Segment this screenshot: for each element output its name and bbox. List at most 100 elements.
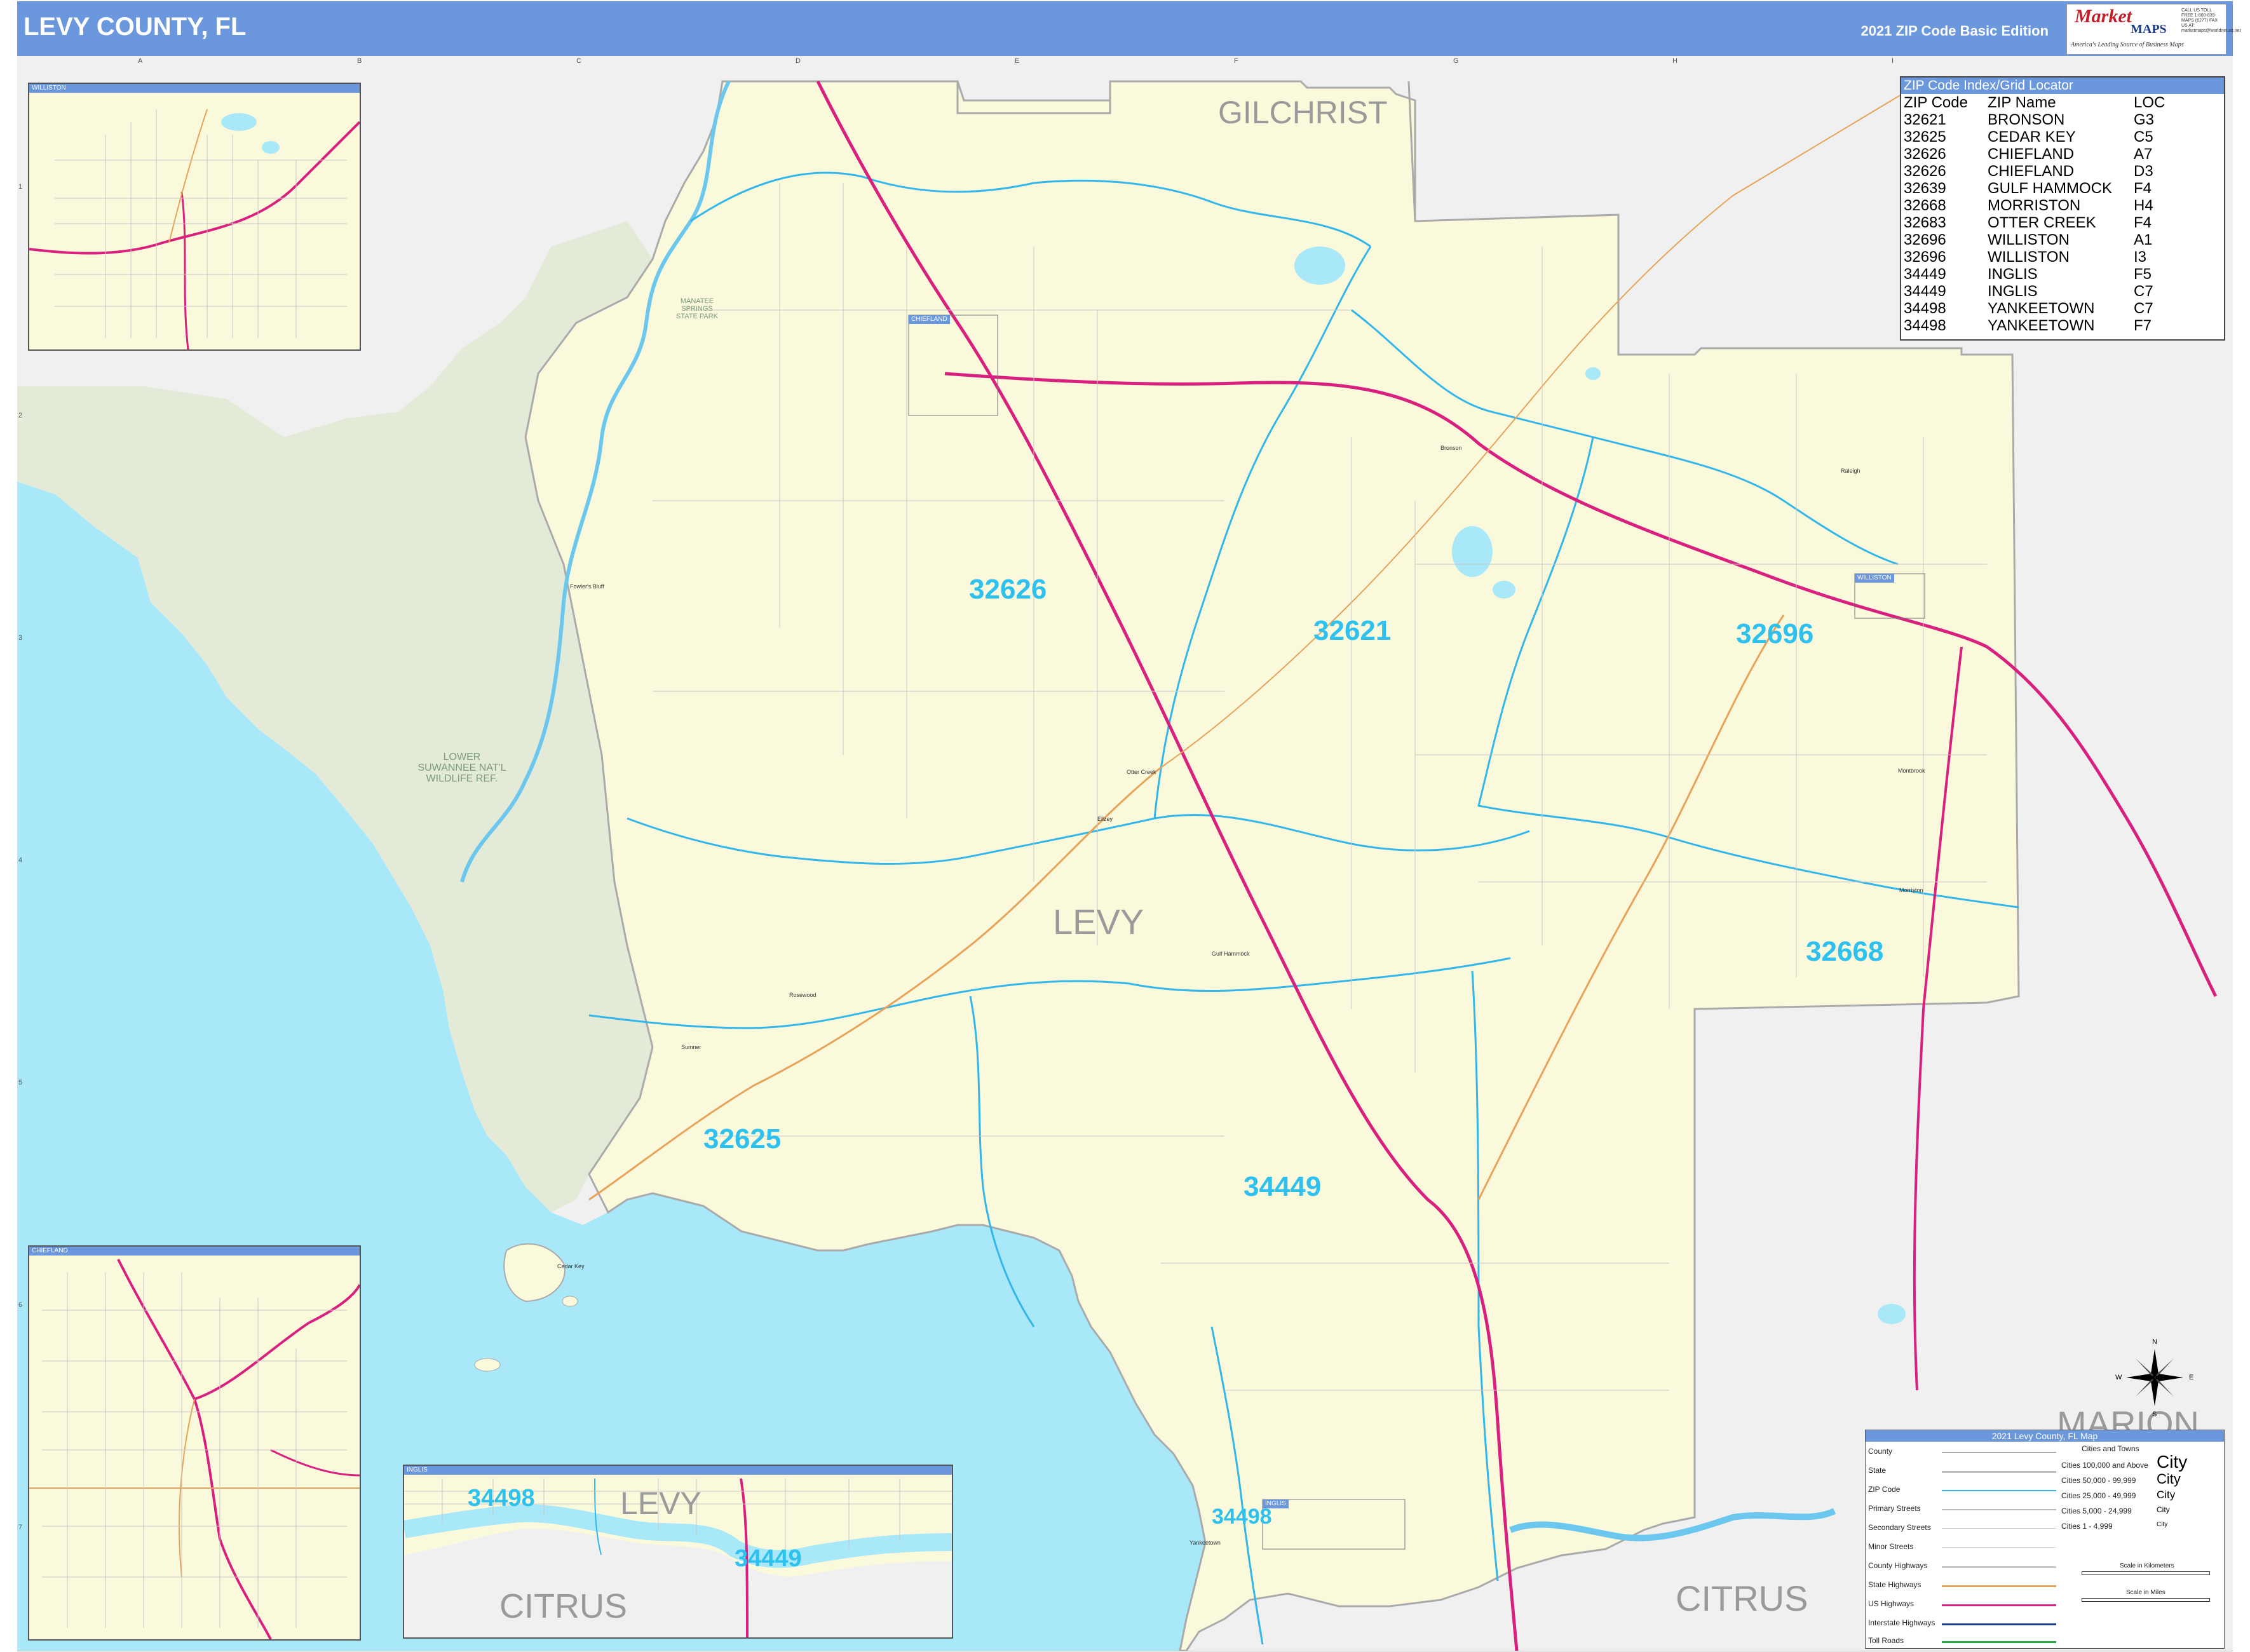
inglis-inset[interactable]: INGLIS 34498 34449 LEVY CITRUS [403, 1465, 953, 1639]
grid-col-g: G [1453, 57, 1459, 65]
zip-loc-cell: F5 [2134, 266, 2152, 283]
legend-scale-km: Scale in Kilometers [2120, 1562, 2174, 1569]
zip-cell: 34449 [1904, 266, 1946, 283]
park-label-lower-suwannee: LOWER SUWANNEE NAT'L WILDLIFE REF. [417, 752, 506, 784]
zip-name-cell: CHIEFLAND [1988, 163, 2075, 180]
chiefland-inset-map [29, 1259, 360, 1639]
table-row: 32696 WILLISTON I3 [1904, 248, 2165, 266]
compass-n: N [2152, 1338, 2157, 1346]
williston-inset-map [29, 109, 360, 349]
logo-line2: MAPS [2131, 22, 2167, 36]
legend-sample-county-hwy [1942, 1566, 2056, 1568]
market-maps-logo: Market MAPS America's Leading Source of … [2066, 4, 2241, 55]
legend-city-demo-2: City [2157, 1471, 2181, 1487]
town-raleigh: Raleigh [1841, 468, 1860, 474]
legend-item-state-hwy: State Highways [1868, 1580, 1921, 1589]
table-row: 32621 BRONSON G3 [1904, 111, 2165, 128]
zip-name-cell: CEDAR KEY [1988, 128, 2076, 146]
legend-sample-interstate [1942, 1623, 2056, 1625]
zip-label-32621: 32621 [1313, 615, 1392, 646]
grid-row-1: 1 [18, 183, 23, 191]
zip-cell: 32625 [1904, 128, 1946, 146]
lake-2 [1294, 247, 1345, 285]
scale-bar-mi [2082, 1598, 2210, 1602]
inglis-inset-title: INGLIS [404, 1466, 952, 1475]
zip-name-cell: INGLIS [1988, 266, 2038, 283]
legend-sample-secondary [1942, 1528, 2056, 1529]
town-ellzey: Ellzey [1097, 816, 1113, 822]
inset-zip-label-34498: 34498 [468, 1485, 535, 1512]
williston-inset-tag: WILLISTON [1855, 574, 1894, 583]
compass-s: S [2152, 1411, 2157, 1418]
logo-contact: CALL US TOLL FREE 1-800-839-MAPS (6277) … [2181, 8, 2241, 33]
zip-index-header-loc: LOC [2134, 94, 2165, 111]
legend-item-us-hwy: US Highways [1868, 1599, 1915, 1608]
lake-5 [1878, 1304, 1906, 1324]
edition-label: 2021 ZIP Code Basic Edition [1860, 23, 2049, 39]
legend-item-county: County [1868, 1447, 1893, 1456]
grid-row-6: 6 [18, 1301, 23, 1309]
legend-scale-mi: Scale in Miles [2126, 1589, 2165, 1596]
table-row: 34449 INGLIS C7 [1904, 283, 2165, 300]
table-row: 34498 YANKEETOWN C7 [1904, 300, 2165, 317]
map-header: LEVY COUNTY, FL 2021 ZIP Code Basic Edit… [17, 1, 2241, 56]
zip-loc-cell: A7 [2134, 146, 2153, 163]
town-cedar-key: Cedar Key [557, 1263, 585, 1269]
zip-name-cell: BRONSON [1988, 111, 2065, 128]
zip-loc-cell: C5 [2134, 128, 2153, 146]
zip-name-cell: YANKEETOWN [1988, 317, 2095, 334]
legend-item-state: State [1868, 1466, 1887, 1475]
legend-city-demo-3: City [2157, 1489, 2176, 1501]
compass-rose-icon [2126, 1349, 2183, 1406]
legend-city-class-4: Cities 5,000 - 24,999 [2061, 1506, 2132, 1515]
town-sumner: Sumner [681, 1044, 701, 1050]
zip-cell: 34498 [1904, 317, 1946, 334]
zip-cell: 32639 [1904, 180, 1946, 197]
compass-e: E [2189, 1374, 2194, 1381]
town-otter-creek: Otter Creek [1127, 769, 1156, 775]
zip-index-header-zip: ZIP Code [1904, 94, 1968, 111]
county-label-citrus: CITRUS [1676, 1578, 1808, 1618]
zip-label-34449: 34449 [1244, 1171, 1322, 1202]
chiefland-inset[interactable]: CHIEFLAND [28, 1245, 361, 1641]
grid-col-a: A [138, 57, 143, 65]
zip-name-cell: OTTER CREEK [1988, 214, 2096, 231]
zip-cell: 32626 [1904, 163, 1946, 180]
county-label-levy: LEVY [1053, 902, 1144, 942]
legend-sample-state [1942, 1471, 2056, 1473]
zip-cell: 32626 [1904, 146, 1946, 163]
lake-3 [1493, 581, 1515, 599]
grid-row-3: 3 [18, 634, 23, 642]
zip-cell: 32621 [1904, 111, 1946, 128]
grid-col-d: D [796, 57, 801, 65]
legend-item-minor: Minor Streets [1868, 1542, 1914, 1551]
legend-item-county-hwy: County Highways [1868, 1561, 1928, 1570]
legend-cities-title: Cities and Towns [2082, 1444, 2139, 1453]
town-gulf-hammock: Gulf Hammock [1212, 951, 1250, 957]
legend-sample-minor [1942, 1547, 2056, 1548]
table-row: 32626 CHIEFLAND A7 [1904, 146, 2165, 163]
grid-row-2: 2 [18, 412, 23, 419]
legend-sample-county [1942, 1452, 2056, 1453]
legend-sample-zip [1942, 1490, 2056, 1491]
legend-item-interstate: Interstate Highways [1868, 1618, 1935, 1627]
legend-city-class-3: Cities 25,000 - 49,999 [2061, 1491, 2136, 1500]
zip-name-cell: MORRISTON [1988, 197, 2081, 214]
grid-row-4: 4 [18, 856, 23, 864]
town-bronson: Bronson [1440, 445, 1462, 451]
zip-label-32626: 32626 [969, 574, 1047, 605]
legend-title: 2021 Levy County, FL Map [1866, 1430, 2224, 1442]
williston-inset[interactable]: WILLISTON [28, 83, 361, 351]
map-title: LEVY COUNTY, FL [24, 13, 247, 41]
logo-line1: Market [2075, 6, 2132, 27]
town-yankeetown: Yankeetown [1189, 1540, 1221, 1546]
table-row: 32625 CEDAR KEY C5 [1904, 128, 2165, 146]
scale-bar-km [2082, 1571, 2210, 1575]
island-1 [474, 1358, 501, 1372]
map-legend: 2021 Levy County, FL Map County State ZI… [1865, 1430, 2225, 1649]
grid-row-7: 7 [18, 1524, 23, 1531]
table-row: 32668 MORRISTON H4 [1904, 197, 2165, 214]
chiefland-inset-title: CHIEFLAND [29, 1247, 360, 1256]
zip-loc-cell: C7 [2134, 300, 2153, 317]
inset-zip-label-34449: 34449 [735, 1545, 802, 1572]
